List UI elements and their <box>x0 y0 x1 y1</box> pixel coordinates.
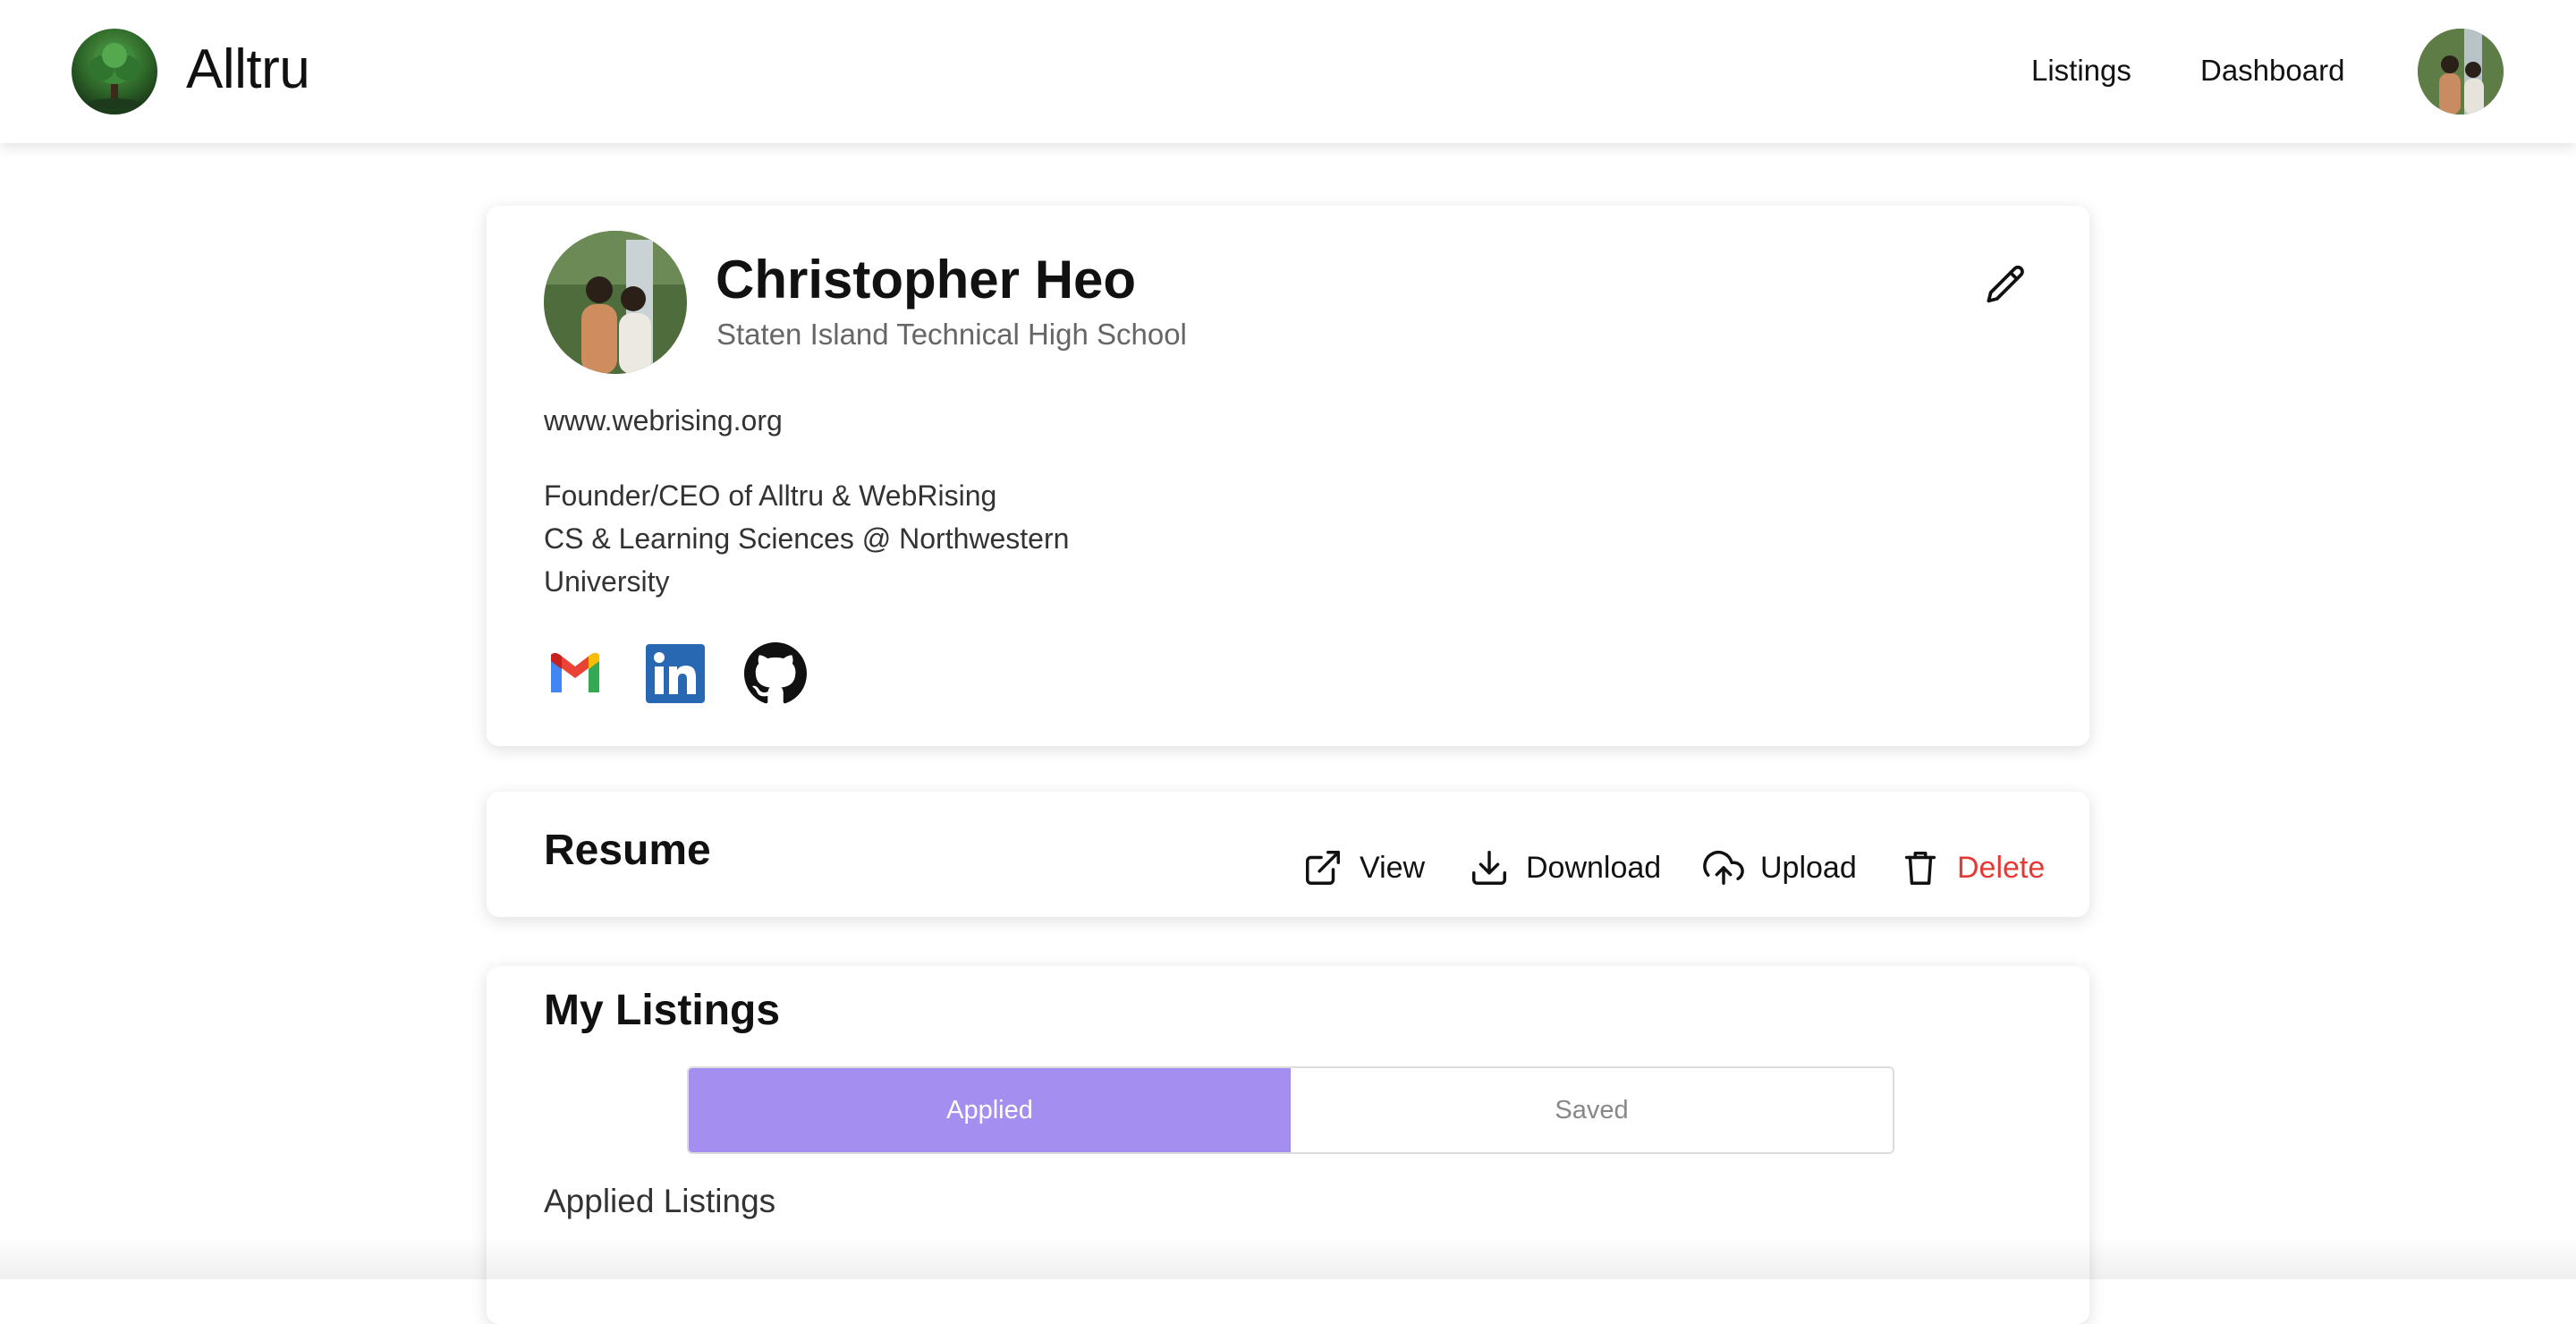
profile-card: Christopher Heo Staten Island Technical … <box>487 206 2089 746</box>
alltru-logo[interactable] <box>72 29 157 115</box>
gmail-icon <box>551 653 599 692</box>
nav-listings-link[interactable]: Listings <box>2031 54 2131 88</box>
profile-name: Christopher Heo <box>716 250 1137 310</box>
bio-line: University <box>544 565 670 598</box>
profile-school: Staten Island Technical High School <box>716 318 1187 351</box>
brand-name[interactable]: Alltru <box>186 38 310 101</box>
user-avatar[interactable] <box>2418 29 2504 115</box>
edit-profile-button[interactable] <box>1980 261 2030 311</box>
github-icon <box>744 642 807 704</box>
applied-listings-heading: Applied Listings <box>544 1183 776 1219</box>
linkedin-icon <box>646 644 705 703</box>
download-resume-button[interactable]: Download <box>1469 845 1661 890</box>
view-label: View <box>1360 850 1426 885</box>
github-link[interactable] <box>744 642 807 705</box>
upload-resume-button[interactable]: Upload <box>1703 845 1857 890</box>
external-link-icon <box>1306 851 1340 885</box>
nav-dashboard-link[interactable]: Dashboard <box>2200 54 2344 88</box>
resume-card: Resume View Download Upload Delete <box>487 792 2089 917</box>
my-listings-title: My Listings <box>544 987 781 1034</box>
linkedin-link[interactable] <box>644 642 707 705</box>
view-resume-button[interactable]: View <box>1302 845 1425 890</box>
delete-resume-button[interactable]: Delete <box>1900 845 2045 890</box>
top-navbar: Alltru Listings Dashboard <box>0 0 2576 143</box>
download-icon <box>1472 851 1506 885</box>
pencil-icon <box>1987 265 2024 303</box>
resume-title: Resume <box>544 827 711 874</box>
my-listings-card: My Listings Applied Saved Applied Listin… <box>487 966 2089 1324</box>
delete-label: Delete <box>1957 850 2046 885</box>
profile-bio: Founder/CEO of Alltru & WebRising CS & L… <box>544 474 1134 603</box>
upload-label: Upload <box>1760 850 1857 885</box>
bio-line: Founder/CEO of Alltru & WebRising <box>544 480 997 512</box>
gmail-link[interactable] <box>544 642 606 705</box>
cloud-upload-icon <box>1703 851 1744 885</box>
profile-avatar <box>544 231 687 374</box>
download-label: Download <box>1526 850 1662 885</box>
tab-saved[interactable]: Saved <box>1291 1068 1893 1152</box>
profile-website-link[interactable]: www.webrising.org <box>544 404 783 437</box>
trash-icon <box>1904 851 1936 885</box>
tab-applied[interactable]: Applied <box>689 1068 1291 1152</box>
listings-tab-switch: Applied Saved <box>687 1066 1894 1154</box>
bio-line: CS & Learning Sciences @ Northwestern <box>544 522 1070 555</box>
